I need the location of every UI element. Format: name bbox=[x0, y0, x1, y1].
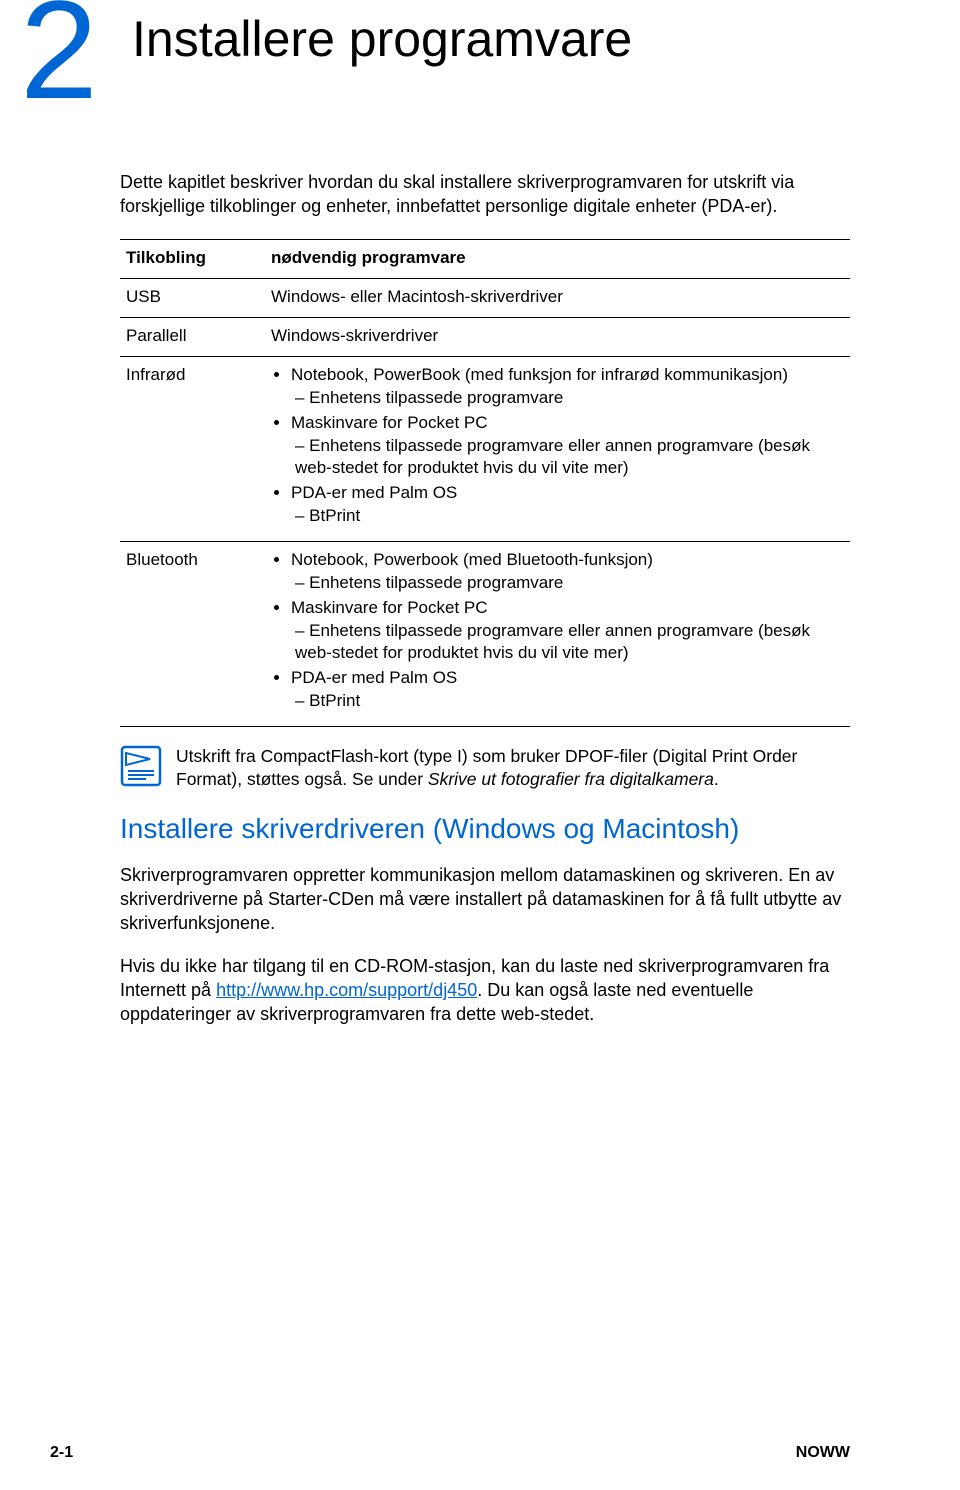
bullet-sub: – BtPrint bbox=[295, 690, 844, 712]
cell-bluetooth-label: Bluetooth bbox=[120, 541, 265, 726]
table-row: Bluetooth Notebook, Powerbook (med Bluet… bbox=[120, 541, 850, 726]
bullet-main: Notebook, Powerbook (med Bluetooth-funks… bbox=[291, 550, 653, 569]
note-icon bbox=[120, 745, 162, 787]
cell-infrarod-value: Notebook, PowerBook (med funksjon for in… bbox=[265, 356, 850, 541]
support-link[interactable]: http://www.hp.com/support/dj450 bbox=[216, 980, 477, 1000]
cell-parallell-value: Windows-skriverdriver bbox=[265, 317, 850, 356]
cell-usb-value: Windows- eller Macintosh-skriverdriver bbox=[265, 278, 850, 317]
bullet-sub: – Enhetens tilpassede programvare bbox=[295, 387, 844, 409]
chapter-header: 2 Installere programvare bbox=[120, 0, 850, 140]
requirements-table: Tilkobling nødvendig programvare USB Win… bbox=[120, 239, 850, 728]
table-row: Infrarød Notebook, PowerBook (med funksj… bbox=[120, 356, 850, 541]
footer-right: NOWW bbox=[796, 1444, 850, 1462]
bullet-sub: – Enhetens tilpassede programvare bbox=[295, 572, 844, 594]
note-italic: Skrive ut fotografier fra digitalkamera bbox=[428, 769, 714, 789]
chapter-title: Installere programvare bbox=[132, 10, 632, 68]
cell-usb-label: USB bbox=[120, 278, 265, 317]
bullet-sub: – Enhetens tilpassede programvare eller … bbox=[295, 435, 844, 479]
chapter-number: 2 bbox=[20, 0, 98, 120]
section-heading: Installere skriverdriveren (Windows og M… bbox=[120, 813, 850, 845]
note-block: Utskrift fra CompactFlash-kort (type I) … bbox=[120, 745, 850, 791]
table-header-tilkobling: Tilkobling bbox=[120, 239, 265, 278]
bullet-main: Maskinvare for Pocket PC bbox=[291, 598, 488, 617]
footer-page-number: 2-1 bbox=[50, 1444, 73, 1462]
intro-paragraph: Dette kapitlet beskriver hvordan du skal… bbox=[120, 170, 850, 219]
cell-bluetooth-value: Notebook, Powerbook (med Bluetooth-funks… bbox=[265, 541, 850, 726]
note-text: Utskrift fra CompactFlash-kort (type I) … bbox=[176, 745, 850, 791]
bullet-sub: – Enhetens tilpassede programvare eller … bbox=[295, 620, 844, 664]
bullet-main: Maskinvare for Pocket PC bbox=[291, 413, 488, 432]
table-row: USB Windows- eller Macintosh-skriverdriv… bbox=[120, 278, 850, 317]
bullet-main: PDA-er med Palm OS bbox=[291, 668, 457, 687]
body-paragraph-2: Hvis du ikke har tilgang til en CD-ROM-s… bbox=[120, 954, 850, 1027]
bullet-main: Notebook, PowerBook (med funksjon for in… bbox=[291, 365, 788, 384]
table-row: Parallell Windows-skriverdriver bbox=[120, 317, 850, 356]
cell-parallell-label: Parallell bbox=[120, 317, 265, 356]
cell-infrarod-label: Infrarød bbox=[120, 356, 265, 541]
table-header-programvare: nødvendig programvare bbox=[265, 239, 850, 278]
page-footer: 2-1 NOWW bbox=[0, 1444, 960, 1462]
bullet-sub: – BtPrint bbox=[295, 505, 844, 527]
body-paragraph-1: Skriverprogramvaren oppretter kommunikas… bbox=[120, 863, 850, 936]
bullet-main: PDA-er med Palm OS bbox=[291, 483, 457, 502]
note-part2: . bbox=[714, 769, 719, 789]
